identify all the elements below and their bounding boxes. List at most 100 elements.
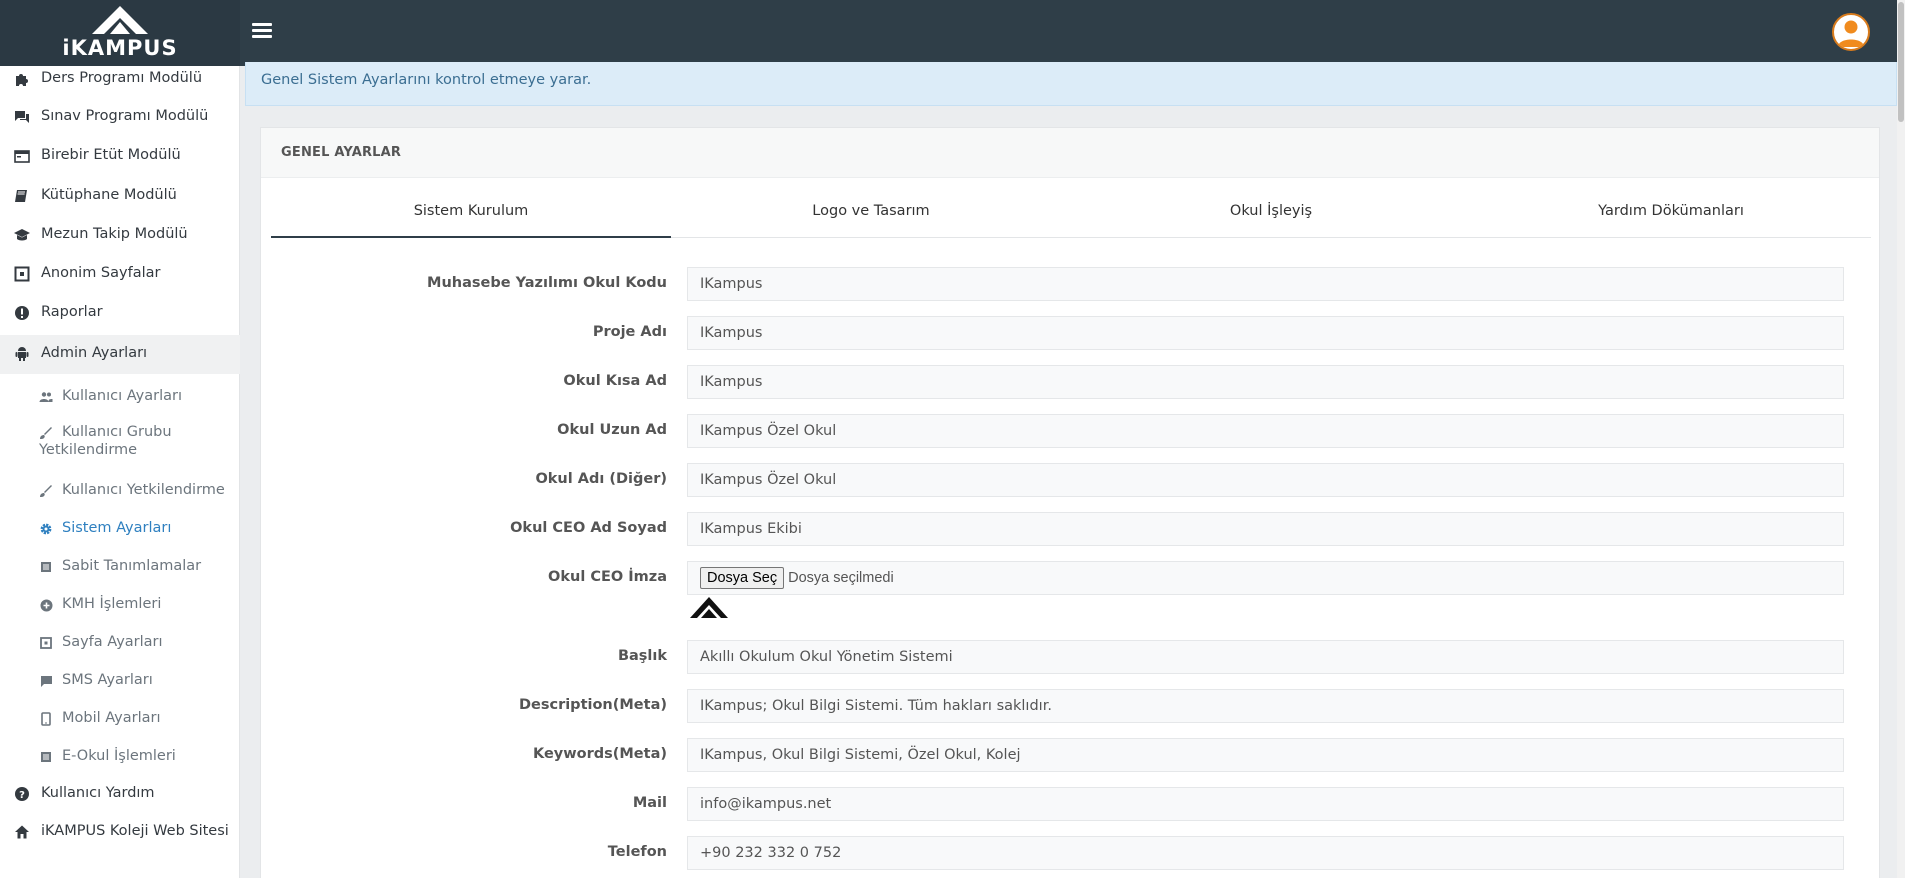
grid-icon: [39, 636, 53, 650]
tab-logo-ve-tasarim[interactable]: Logo ve Tasarım: [671, 188, 1071, 238]
sidebar-subitem-sabit-tanimlamalar[interactable]: Sabit Tanımlamalar: [0, 552, 240, 582]
user-icon: [1838, 20, 1864, 47]
sidebar-item-mezun-takip[interactable]: Mezun Takip Modülü: [0, 220, 240, 250]
ceo-name-field[interactable]: IKampus Ekibi: [687, 512, 1844, 546]
sidebar-item-label: Admin Ayarları: [41, 345, 148, 361]
ceo-name-label: Okul CEO Ad Soyad: [510, 520, 667, 536]
message-icon: [39, 674, 53, 688]
sidebar-subitem-kmh-islemleri[interactable]: KMH İşlemleri: [0, 590, 240, 620]
sidebar-item-kullanici-yardim[interactable]: ? Kullanıcı Yardım: [0, 779, 240, 809]
page-title-field[interactable]: Akıllı Okulum Okul Yönetim Sistemi: [687, 640, 1844, 674]
tab-yardim-dokumanlari[interactable]: Yardım Dökümanları: [1471, 188, 1871, 238]
sidebar-item-label: Raporlar: [41, 304, 103, 320]
card-title: GENEL AYARLAR: [281, 145, 402, 160]
help-icon: ?: [13, 785, 31, 803]
graduation-cap-icon: [13, 226, 31, 244]
sidebar-item-label: Ders Programı Modülü: [41, 70, 203, 86]
project-name-field[interactable]: IKampus: [687, 316, 1844, 350]
short-name-label: Okul Kısa Ad: [563, 373, 667, 389]
mail-label: Mail: [632, 795, 667, 811]
sidebar-item-birebir-etut[interactable]: Birebir Etüt Modülü: [0, 141, 240, 171]
brand-name: iKAMPUS: [62, 36, 178, 60]
sidebar-subitem-label: KMH İşlemleri: [62, 596, 162, 612]
ikampus-logo-icon: [690, 597, 728, 618]
user-avatar[interactable]: [1832, 13, 1870, 51]
sidebar-subitem-label: Sabit Tanımlamalar: [62, 558, 202, 574]
chat-icon: [13, 108, 31, 126]
ceo-signature-label: Okul CEO İmza: [548, 569, 667, 585]
sidebar-item-ders-programi[interactable]: Ders Programı Modülü: [0, 64, 240, 94]
page-title-label: Başlık: [617, 648, 667, 664]
sidebar-subitem-kullanici-grubu[interactable]: Kullanıcı Grubu Yetkilendirme: [0, 420, 240, 466]
school-code-label: Muhasebe Yazılımı Okul Kodu: [427, 275, 667, 291]
sidebar-item-label: Kütüphane Modülü: [41, 187, 177, 203]
signature-preview-image: [689, 595, 729, 625]
keywords-field[interactable]: IKampus, Okul Bilgi Sistemi, Özel Okul, …: [687, 738, 1844, 772]
sidebar-subitem-label: Kullanıcı Yetkilendirme: [62, 482, 225, 498]
card-header: GENEL AYARLAR: [261, 128, 1879, 178]
tab-okul-isleyis[interactable]: Okul İşleyiş: [1071, 188, 1471, 238]
sidebar-item-sinav-programi[interactable]: Sınav Programı Modülü: [0, 102, 240, 132]
sidebar-subitem-label: Mobil Ayarları: [62, 710, 161, 726]
sidebar-subitem-label: E-Okul İşlemleri: [62, 748, 176, 764]
other-name-field[interactable]: IKampus Özel Okul: [687, 463, 1844, 497]
sidebar-subitem-kullanici-ayarlari[interactable]: Kullanıcı Ayarları: [0, 382, 240, 412]
mobile-icon: [39, 712, 53, 726]
sidebar-item-kutuphane[interactable]: Kütüphane Modülü: [0, 181, 240, 211]
tab-sistem-kurulum[interactable]: Sistem Kurulum: [271, 188, 671, 238]
page-scrollbar[interactable]: [1897, 0, 1905, 878]
hamburger-icon: [252, 23, 272, 26]
choose-file-button[interactable]: Dosya Seç: [700, 567, 785, 589]
users-icon: [39, 390, 53, 404]
sidebar-subitem-label: Sayfa Ayarları: [62, 634, 163, 650]
sidebar-item-label: Mezun Takip Modülü: [41, 226, 188, 242]
long-name-label: Okul Uzun Ad: [557, 422, 667, 438]
sidebar-subitem-sayfa-ayarlari[interactable]: Sayfa Ayarları: [0, 628, 240, 658]
sidebar-item-web-sitesi[interactable]: iKAMPUS Koleji Web Sitesi: [0, 817, 240, 847]
sidebar-item-label: Sınav Programı Modülü: [41, 108, 209, 124]
sidebar-item-raporlar[interactable]: Raporlar: [0, 298, 240, 328]
sidebar-item-label: iKAMPUS Koleji Web Sitesi: [41, 823, 229, 839]
sidebar-subitem-sms-ayarlari[interactable]: SMS Ayarları: [0, 666, 240, 696]
mail-field[interactable]: info@ikampus.net: [687, 787, 1844, 821]
puzzle-icon: [13, 70, 31, 88]
gear-icon: [39, 522, 53, 536]
top-navbar: iKAMPUS: [0, 0, 1905, 66]
scrollbar-thumb[interactable]: [1898, 2, 1904, 122]
brush-icon: [39, 484, 53, 498]
sidebar-item-label: Anonim Sayfalar: [41, 265, 161, 281]
sidebar-item-anonim-sayfalar[interactable]: Anonim Sayfalar: [0, 259, 240, 289]
list-icon: [39, 560, 53, 574]
file-status-text: Dosya seçilmedi: [788, 570, 894, 586]
short-name-field[interactable]: IKampus: [687, 365, 1844, 399]
sidebar-subitem-sistem-ayarlari[interactable]: Sistem Ayarları: [0, 514, 240, 544]
settings-tabs: Sistem Kurulum Logo ve Tasarım Okul İşle…: [271, 188, 1871, 238]
phone-field[interactable]: +90 232 332 0 752: [687, 836, 1844, 870]
sidebar-subitem-label: Kullanıcı Grubu Yetkilendirme: [39, 424, 172, 458]
info-alert: Genel Sistem Ayarlarını kontrol etmeye y…: [245, 62, 1897, 106]
android-icon: [13, 345, 31, 363]
hamburger-line: [252, 35, 272, 38]
calendar-icon: [13, 147, 31, 165]
book-icon: [13, 187, 31, 205]
school-code-field[interactable]: IKampus: [687, 267, 1844, 301]
hamburger-line: [252, 29, 272, 32]
sidebar-subitem-mobil-ayarlari[interactable]: Mobil Ayarları: [0, 704, 240, 734]
description-label: Description(Meta): [518, 697, 667, 713]
project-name-label: Proje Adı: [592, 324, 667, 340]
keywords-label: Keywords(Meta): [532, 746, 667, 762]
other-name-label: Okul Adı (Diğer): [535, 471, 667, 487]
sidebar-item-label: Birebir Etüt Modülü: [41, 147, 181, 163]
ikampus-logo-icon: [92, 6, 148, 34]
brand-logo[interactable]: iKAMPUS: [0, 0, 240, 66]
sidebar-item-admin-ayarlari[interactable]: Admin Ayarları: [0, 335, 240, 374]
sidebar-subitem-e-okul-islemleri[interactable]: E-Okul İşlemleri: [0, 742, 240, 772]
sidebar-subitem-kullanici-yetkilendirme[interactable]: Kullanıcı Yetkilendirme: [0, 476, 240, 506]
phone-label: Telefon: [607, 844, 667, 860]
description-field[interactable]: IKampus; Okul Bilgi Sistemi. Tüm hakları…: [687, 689, 1844, 723]
menu-toggle-button[interactable]: [252, 20, 274, 44]
plus-circle-icon: [39, 598, 53, 612]
svg-text:?: ?: [19, 790, 25, 801]
home-icon: [13, 823, 31, 841]
long-name-field[interactable]: IKampus Özel Okul: [687, 414, 1844, 448]
